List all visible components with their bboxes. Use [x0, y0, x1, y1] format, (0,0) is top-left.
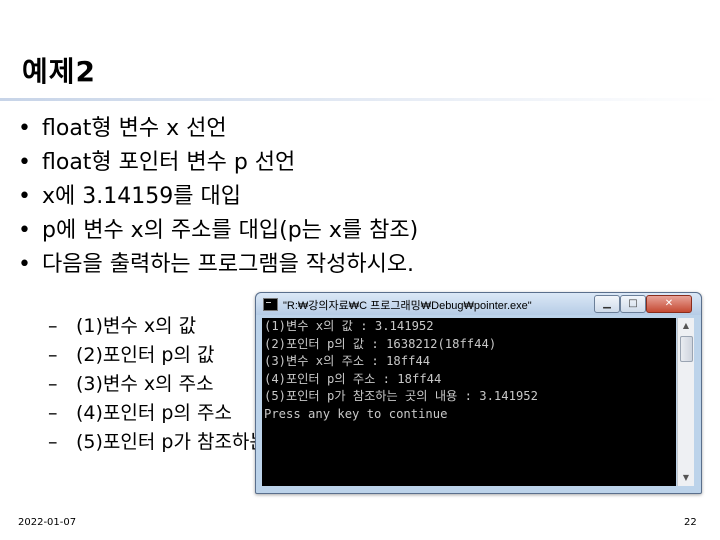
window-titlebar[interactable]: "R:₩강의자료₩C 프로그래밍₩Debug₩pointer.exe" ▁ □ … [256, 293, 701, 315]
minimize-button[interactable]: ▁ [594, 295, 620, 313]
title-divider [0, 98, 720, 101]
window-title: "R:₩강의자료₩C 프로그래밍₩Debug₩pointer.exe" [283, 300, 532, 312]
bullet-item: 다음을 출력하는 프로그램을 작성하시오. [18, 248, 418, 282]
scroll-up-arrow-icon[interactable]: ▲ [678, 318, 694, 334]
slide-title: 예제2 [22, 55, 97, 88]
bullet-list: float형 변수 x 선언 float형 포인터 변수 p 선언 x에 3.1… [18, 112, 418, 282]
console-output[interactable]: (1)변수 x의 값 : 3.141952 (2)포인터 p의 값 : 1638… [262, 318, 676, 486]
console-line: (5)포인터 p가 참조하는 곳의 내용 : 3.141952 [264, 389, 538, 403]
console-window[interactable]: "R:₩강의자료₩C 프로그래밍₩Debug₩pointer.exe" ▁ □ … [255, 292, 702, 494]
slide-date: 2022-01-07 [18, 517, 77, 528]
console-line: (2)포인터 p의 값 : 1638212(18ff44) [264, 336, 497, 351]
close-button[interactable]: ✕ [646, 295, 692, 313]
vertical-scrollbar[interactable]: ▲ ▼ [677, 318, 694, 486]
console-line: (3)변수 x의 주소 : 18ff44 [264, 354, 431, 368]
scroll-down-arrow-icon[interactable]: ▼ [678, 470, 694, 486]
console-line: (4)포인터 p의 주소 : 18ff44 [264, 371, 442, 386]
bullet-item: p에 변수 x의 주소를 대입(p는 x를 참조) [18, 214, 418, 248]
slide-page-number: 22 [684, 517, 697, 528]
bullet-item: float형 포인터 변수 p 선언 [18, 146, 418, 180]
console-line: Press any key to continue [264, 406, 448, 421]
console-line: (1)변수 x의 값 : 3.141952 [264, 319, 434, 333]
console-app-icon [263, 298, 278, 311]
scrollbar-thumb[interactable] [680, 336, 693, 362]
maximize-button[interactable]: □ [620, 295, 646, 313]
bullet-item: float형 변수 x 선언 [18, 112, 418, 146]
bullet-item: x에 3.14159를 대입 [18, 180, 418, 214]
